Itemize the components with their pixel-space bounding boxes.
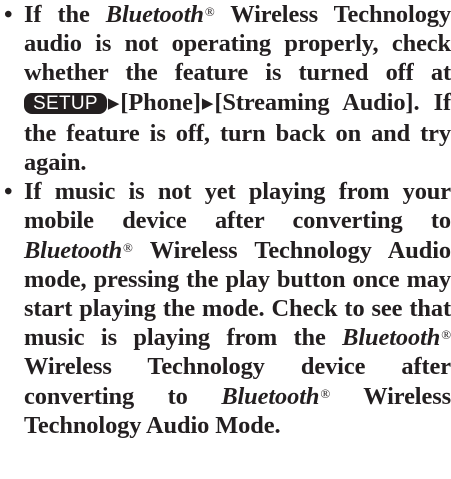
brand-name: Bluetooth xyxy=(221,382,320,410)
brand-name: Bluetooth xyxy=(105,1,204,28)
bullet-marker: • xyxy=(4,1,13,28)
registered-mark: ® xyxy=(204,4,215,20)
manual-page: • If the Bluetooth® Wireless Technology … xyxy=(0,0,451,479)
text-segment: If music is not yet playing from your mo… xyxy=(24,178,451,235)
menu-path-phone: [Phone] xyxy=(120,88,201,116)
arrow-right-icon: ▶ xyxy=(201,95,214,112)
registered-mark: ® xyxy=(441,327,451,343)
brand-name: Bluetooth xyxy=(24,236,123,264)
setup-key-label: SETUP xyxy=(24,92,107,114)
bullet-item-streaming-audio-check: • If the Bluetooth® Wireless Technology … xyxy=(0,0,451,177)
bullet-marker: • xyxy=(4,178,13,206)
text-segment: If the xyxy=(24,1,106,28)
registered-mark: ® xyxy=(123,239,133,255)
arrow-right-icon: ▶ xyxy=(107,95,120,112)
bullet-item-play-button-tip: • If music is not yet playing from your … xyxy=(0,177,451,440)
brand-name: Bluetooth xyxy=(342,324,441,352)
registered-mark: ® xyxy=(320,385,331,401)
